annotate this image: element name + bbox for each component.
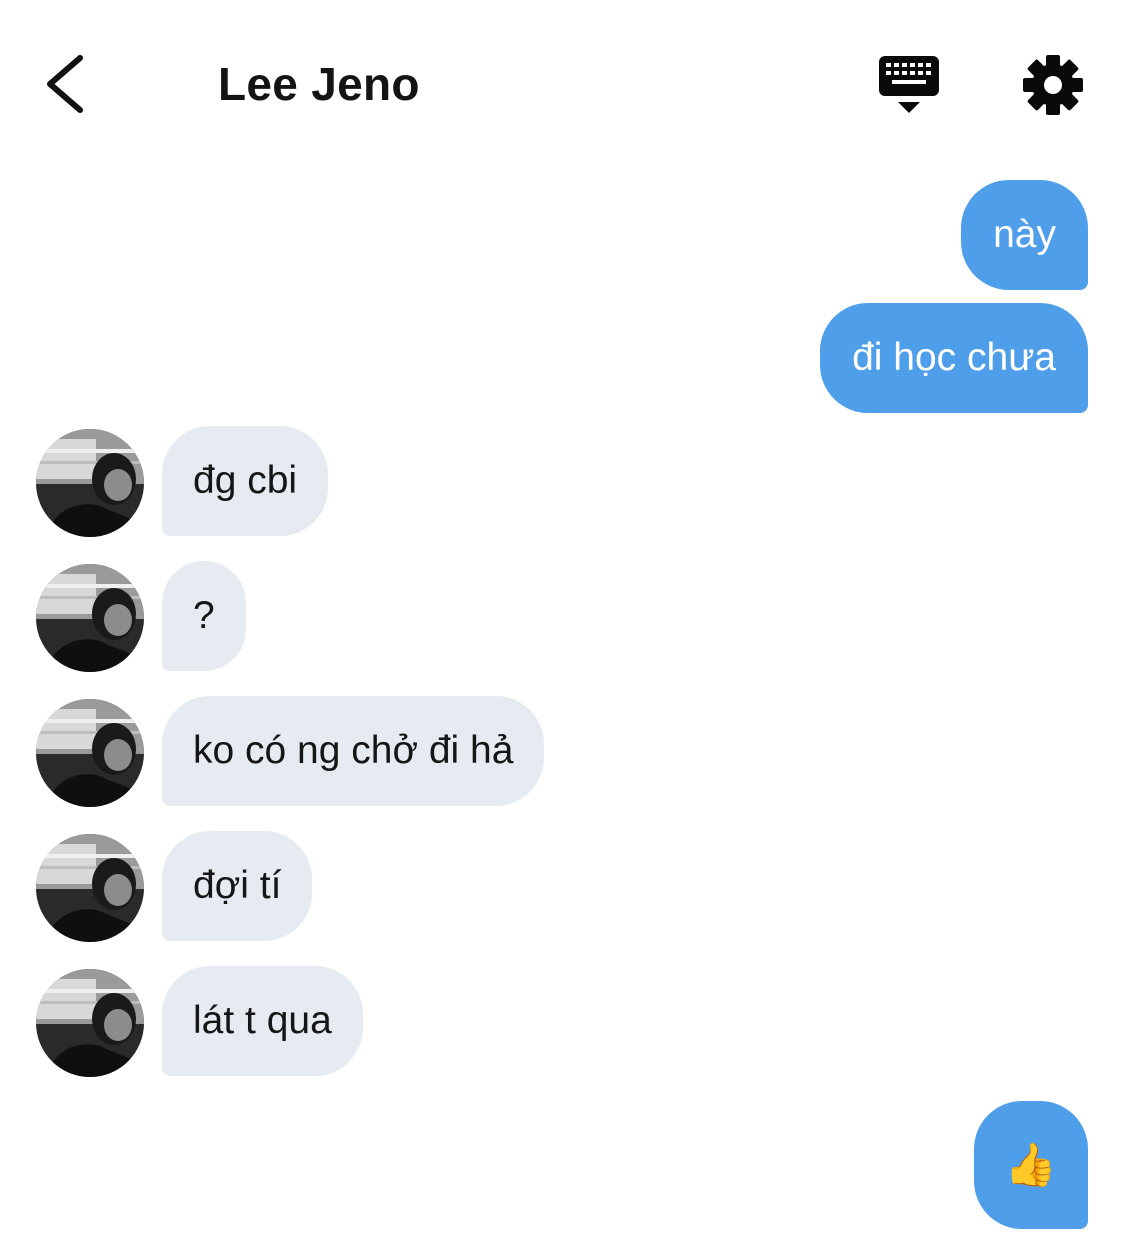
avatar[interactable] xyxy=(36,564,144,672)
keyboard-button[interactable] xyxy=(870,48,950,120)
message-bubble-outgoing-emoji[interactable]: 👍 xyxy=(974,1101,1088,1229)
avatar-photo xyxy=(36,969,144,1077)
conversation-title: Lee Jeno xyxy=(218,58,420,110)
message-bubble-incoming[interactable]: lát t qua xyxy=(162,966,363,1076)
settings-button[interactable] xyxy=(1018,50,1088,120)
message-bubble-incoming[interactable]: đg cbi xyxy=(162,426,329,536)
keyboard-icon xyxy=(879,56,939,113)
avatar[interactable] xyxy=(36,969,144,1077)
avatar[interactable] xyxy=(36,699,144,807)
avatar-photo xyxy=(36,699,144,807)
avatar[interactable] xyxy=(36,834,144,942)
avatar-photo xyxy=(36,834,144,942)
message-bubble-outgoing[interactable]: này xyxy=(961,180,1088,290)
avatar[interactable] xyxy=(36,429,144,537)
avatar-photo xyxy=(36,564,144,672)
gear-icon xyxy=(1023,55,1083,115)
chat-header: Lee Jeno xyxy=(0,0,1125,165)
message-bubble-outgoing[interactable]: đi học chưa xyxy=(820,303,1088,413)
back-button[interactable] xyxy=(30,40,110,130)
message-bubble-incoming[interactable]: ? xyxy=(162,561,246,671)
avatar-photo xyxy=(36,429,144,537)
message-bubble-incoming[interactable]: đợi tí xyxy=(162,831,313,941)
chevron-left-icon xyxy=(47,55,83,113)
message-bubble-incoming[interactable]: ko có ng chở đi hả xyxy=(162,696,545,806)
